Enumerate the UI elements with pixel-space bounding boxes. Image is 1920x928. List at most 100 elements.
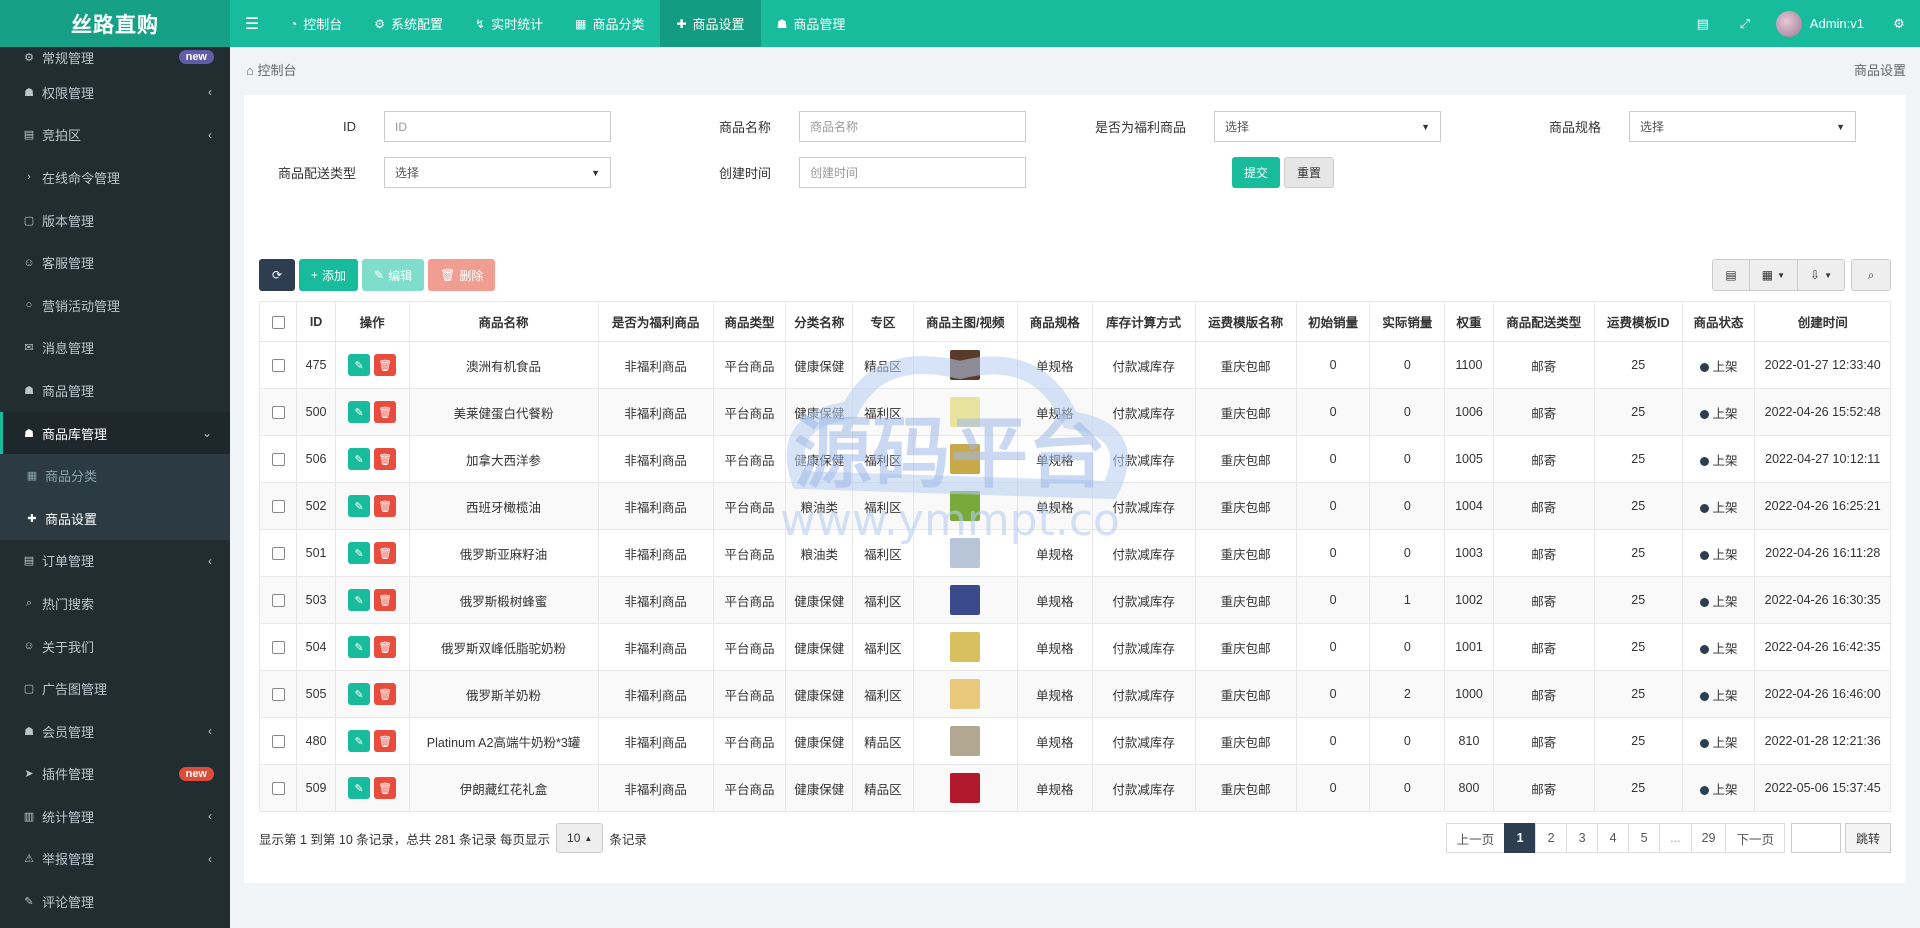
sidebar-item-19[interactable]: ⚠ 举报管理 ‹: [0, 838, 230, 881]
filter-name-input[interactable]: 商品名称: [799, 111, 1026, 142]
filter-spec-select[interactable]: 选择 ▼: [1629, 111, 1856, 142]
delete-button[interactable]: 🗑 删除: [428, 259, 496, 291]
sidebar-item-14[interactable]: ☺ 关于我们: [0, 625, 230, 668]
refresh-button[interactable]: ⟳: [259, 259, 295, 291]
table-row[interactable]: 503 ✎ 🗑 俄罗斯椴树蜂蜜 非福利商品 平台商品 健康保健 福利区 单规格 付款减库存 重庆包邮…: [258, 576, 1891, 624]
sidebar-item-4[interactable]: ▢ 版本管理: [0, 199, 230, 242]
sidebar-item-20[interactable]: ✎ 评论管理: [0, 880, 230, 923]
table-row[interactable]: 509 ✎ 🗑 伊朗藏红花礼盒 非福利商品 平台商品 健康保健 精品区 单规格 付款减库存 重庆包邮…: [258, 764, 1891, 812]
page-button[interactable]: 4: [1597, 823, 1630, 853]
page-button[interactable]: 5: [1628, 823, 1661, 853]
product-thumbnail[interactable]: [950, 350, 981, 380]
row-checkbox[interactable]: [271, 500, 285, 514]
row-edit-button[interactable]: ✎: [348, 777, 371, 799]
row-edit-button[interactable]: ✎: [348, 495, 371, 517]
sidebar-item-5[interactable]: ☺ 客服管理: [0, 241, 230, 284]
product-thumbnail[interactable]: [950, 491, 981, 521]
row-checkbox[interactable]: [271, 735, 285, 749]
next-page-button[interactable]: 下一页: [1725, 823, 1785, 853]
row-checkbox[interactable]: [271, 688, 285, 702]
page-jump-button[interactable]: 跳转: [1844, 823, 1891, 853]
row-delete-button[interactable]: 🗑: [374, 542, 397, 564]
column-header[interactable]: 运费模版名称: [1194, 301, 1297, 342]
product-thumbnail[interactable]: [950, 585, 981, 615]
column-header[interactable]: 分类名称: [785, 301, 854, 342]
row-delete-button[interactable]: 🗑: [374, 448, 397, 470]
column-header[interactable]: 实际销量: [1369, 301, 1446, 342]
sidebar-item-9[interactable]: ☗ 商品库管理 ⌄: [0, 411, 230, 455]
add-button[interactable]: + 添加: [299, 259, 359, 291]
top-tab-1[interactable]: ⚙ 系统配置: [358, 0, 459, 47]
menu-toggle-icon[interactable]: ☰: [230, 0, 274, 47]
table-row[interactable]: 505 ✎ 🗑 俄罗斯羊奶粉 非福利商品 平台商品 健康保健 福利区 单规格 付款减库存 重庆包邮 0…: [258, 670, 1891, 718]
column-header[interactable]: 运费模板ID: [1593, 301, 1683, 342]
row-edit-button[interactable]: ✎: [348, 636, 371, 658]
sidebar-item-17[interactable]: ➤ 插件管理 new: [0, 753, 230, 796]
column-header[interactable]: 权重: [1444, 301, 1494, 342]
top-tab-5[interactable]: ☗ 商品管理: [761, 0, 862, 47]
sidebar-item-8[interactable]: ☗ 商品管理: [0, 369, 230, 412]
row-edit-button[interactable]: ✎: [348, 448, 371, 470]
filter-id-input[interactable]: ID: [384, 111, 611, 142]
sidebar-item-12[interactable]: ▤ 订单管理 ‹: [0, 540, 230, 583]
breadcrumb-home[interactable]: ⌂ 控制台: [246, 60, 297, 79]
table-row[interactable]: 480 ✎ 🗑 Platinum A2高端牛奶粉*3罐 非福利商品 平台商品 健康保健 精品区…: [258, 717, 1891, 765]
column-header[interactable]: 商品名称: [408, 301, 599, 342]
sidebar-item-2[interactable]: ▤ 竞拍区 ‹: [0, 114, 230, 157]
page-button[interactable]: ...: [1659, 823, 1692, 853]
sidebar-item-6[interactable]: ○ 营销活动管理: [0, 284, 230, 327]
product-thumbnail[interactable]: [950, 632, 981, 662]
reset-button[interactable]: 重置: [1284, 157, 1335, 188]
column-header[interactable]: 商品类型: [712, 301, 787, 342]
page-jump-input[interactable]: [1790, 823, 1841, 853]
row-checkbox[interactable]: [271, 594, 285, 608]
submit-button[interactable]: 提交: [1232, 157, 1281, 188]
product-thumbnail[interactable]: [950, 444, 981, 474]
select-all-checkbox[interactable]: [271, 315, 285, 329]
user-menu[interactable]: Admin:v1: [1766, 10, 1878, 37]
sidebar-item-18[interactable]: ▥ 统计管理 ‹: [0, 795, 230, 838]
export-button[interactable]: ⇩ ▼: [1798, 260, 1844, 290]
row-checkbox[interactable]: [271, 453, 285, 467]
column-header[interactable]: 创建时间: [1754, 301, 1891, 342]
row-edit-button[interactable]: ✎: [348, 542, 371, 564]
row-delete-button[interactable]: 🗑: [374, 495, 397, 517]
filter-created-input[interactable]: 创建时间: [799, 157, 1026, 188]
row-delete-button[interactable]: 🗑: [374, 636, 397, 658]
fullscreen-icon[interactable]: ⤢: [1724, 16, 1766, 32]
sidebar-item-7[interactable]: ✉ 消息管理: [0, 327, 230, 370]
sidebar-item-3[interactable]: › 在线命令管理: [0, 156, 230, 199]
row-edit-button[interactable]: ✎: [348, 401, 371, 423]
edit-button[interactable]: ✎ 编辑: [362, 259, 425, 291]
row-checkbox[interactable]: [271, 406, 285, 420]
row-checkbox[interactable]: [271, 359, 285, 373]
prev-page-button[interactable]: 上一页: [1445, 823, 1506, 853]
row-delete-button[interactable]: 🗑: [374, 401, 397, 423]
table-row[interactable]: 502 ✎ 🗑 西班牙橄榄油 非福利商品 平台商品 粮油类 福利区 单规格 付款减库存 重庆包邮 0 0…: [258, 482, 1891, 530]
column-header[interactable]: 是否为福利商品: [597, 301, 714, 342]
sidebar-item-15[interactable]: ▢ 广告图管理: [0, 667, 230, 710]
product-thumbnail[interactable]: [950, 679, 981, 709]
table-row[interactable]: 506 ✎ 🗑 加拿大西洋参 非福利商品 平台商品 健康保健 福利区 单规格 付款减库存 重庆包邮 0…: [258, 435, 1891, 483]
column-header[interactable]: 商品配送类型: [1492, 301, 1595, 342]
row-edit-button[interactable]: ✎: [348, 354, 371, 376]
table-row[interactable]: 504 ✎ 🗑 俄罗斯双峰低脂驼奶粉 非福利商品 平台商品 健康保健 福利区 单规格 付款减库存重…: [258, 623, 1891, 671]
row-edit-button[interactable]: ✎: [348, 683, 371, 705]
product-thumbnail[interactable]: [950, 538, 981, 568]
page-size-dropdown[interactable]: 10 ▲: [556, 823, 604, 853]
product-thumbnail[interactable]: [950, 726, 981, 756]
sidebar-item-11[interactable]: ✚ 商品设置: [0, 496, 230, 540]
column-header[interactable]: 库存计算方式: [1091, 301, 1196, 342]
row-checkbox[interactable]: [271, 547, 285, 561]
row-checkbox[interactable]: [271, 641, 285, 655]
row-delete-button[interactable]: 🗑: [374, 683, 397, 705]
filter-delivery-select[interactable]: 选择 ▼: [384, 157, 611, 188]
top-tab-4[interactable]: ✚ 商品设置: [660, 0, 761, 47]
page-button[interactable]: 2: [1535, 823, 1568, 853]
page-button[interactable]: 1: [1504, 823, 1537, 853]
columns-button[interactable]: ▦ ▼: [1750, 260, 1799, 290]
row-delete-button[interactable]: 🗑: [374, 777, 397, 799]
search-button[interactable]: ⌕: [1851, 259, 1891, 291]
product-thumbnail[interactable]: [950, 773, 981, 803]
sidebar-item-13[interactable]: ⌕ 热门搜索: [0, 582, 230, 625]
